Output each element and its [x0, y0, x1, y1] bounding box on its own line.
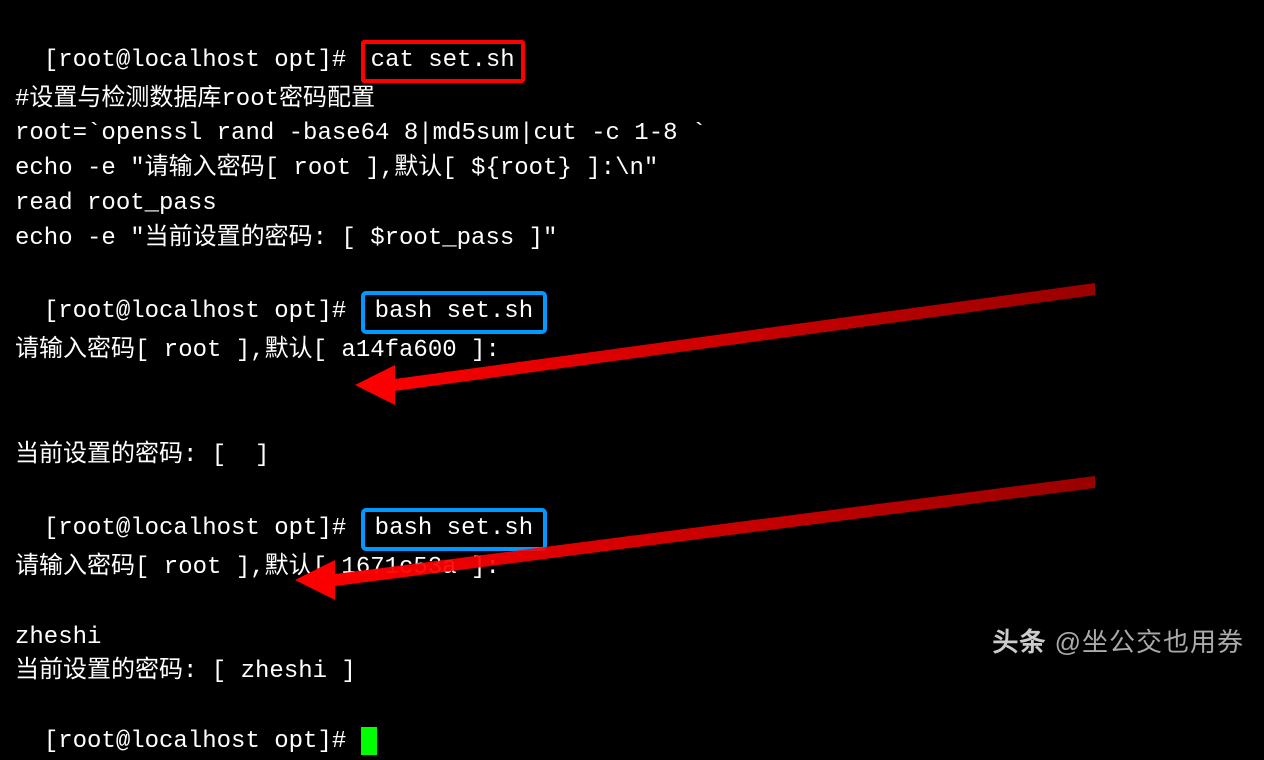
terminal-line: echo -e "当前设置的密码: [ $root_pass ]": [15, 222, 1249, 257]
terminal-line: 请输入密码[ root ],默认[ a14fa600 ]:: [15, 334, 1249, 369]
terminal-line: read root_pass: [15, 187, 1249, 222]
terminal-line: [root@localhost opt]#: [15, 690, 1249, 760]
terminal-line: [15, 369, 1249, 404]
prompt: [root@localhost opt]#: [44, 515, 361, 542]
highlighted-command-blue: bash set.sh: [361, 291, 547, 334]
terminal-line: [15, 586, 1249, 621]
terminal-line: [15, 404, 1249, 439]
terminal-line: echo -e "请输入密码[ root ],默认[ ${root} ]:\n": [15, 152, 1249, 187]
terminal-line: #设置与检测数据库root密码配置: [15, 83, 1249, 118]
prompt: [root@localhost opt]#: [44, 298, 361, 325]
prompt: [root@localhost opt]#: [44, 47, 361, 74]
terminal-line: 请输入密码[ root ],默认[ 1671c53a ]:: [15, 551, 1249, 586]
terminal-line: root=`openssl rand -base64 8|md5sum|cut …: [15, 117, 1249, 152]
terminal-line: [root@localhost opt]# bash set.sh: [15, 473, 1249, 551]
highlighted-command-blue: bash set.sh: [361, 508, 547, 551]
terminal-line: [root@localhost opt]# bash set.sh: [15, 257, 1249, 335]
cursor-icon[interactable]: [361, 727, 377, 755]
terminal-line: 当前设置的密码: [ ]: [15, 439, 1249, 474]
watermark: 头条 @坐公交也用券: [992, 624, 1244, 662]
highlighted-command-red: cat set.sh: [361, 40, 525, 83]
watermark-brand: 头条: [992, 627, 1046, 657]
terminal-line: [root@localhost opt]# cat set.sh: [15, 5, 1249, 83]
watermark-handle: @坐公交也用券: [1055, 627, 1244, 657]
prompt: [root@localhost opt]#: [44, 728, 361, 755]
